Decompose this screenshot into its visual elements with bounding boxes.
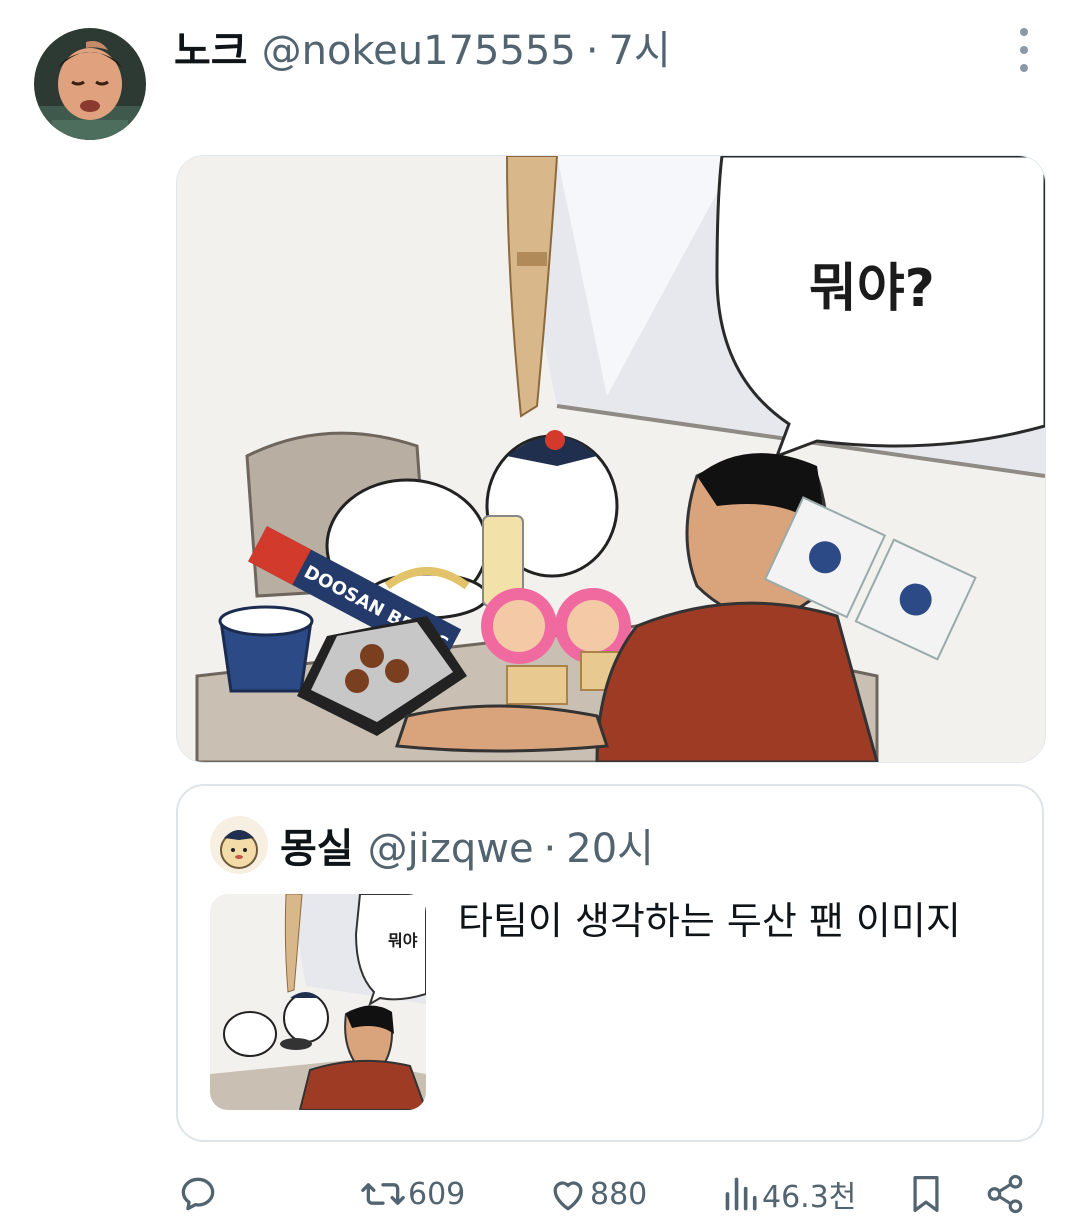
share-icon (987, 1174, 1023, 1214)
like-button[interactable]: 880 (546, 1172, 647, 1216)
share-button[interactable] (984, 1172, 1026, 1216)
quoted-post-thumbnail[interactable]: 뭐야 (210, 894, 426, 1110)
author-handle[interactable]: @nokeu175555 (262, 28, 576, 74)
quoted-author-name[interactable]: 몽실 (280, 816, 354, 874)
author-name[interactable]: 노크 (174, 18, 248, 76)
quoted-avatar-image (210, 816, 268, 874)
quoted-post[interactable]: 몽실 @jizqwe · 20시 뭐야 타팀이 생각하는 두산 팬 이미지 (176, 784, 1044, 1142)
speech-bubble-text: 뭐야? (809, 259, 935, 319)
post-image[interactable]: 뭐야? DOOSAN BEARS (176, 155, 1046, 763)
quoted-author-handle[interactable]: @jizqwe (368, 826, 534, 872)
views-chart-icon (725, 1177, 757, 1211)
like-count: 880 (590, 1176, 648, 1212)
reply-button[interactable] (176, 1172, 220, 1216)
avatar-image (34, 28, 146, 140)
bookmark-icon (913, 1176, 939, 1213)
separator-dot: · (543, 826, 557, 872)
author-avatar[interactable] (34, 28, 146, 140)
post-time[interactable]: 7시 (609, 18, 671, 76)
heart-icon (553, 1181, 583, 1211)
quoted-post-header: 몽실 @jizqwe · 20시 (280, 816, 654, 872)
views-count: 46.3천 (762, 1180, 857, 1215)
quoted-author-avatar[interactable] (210, 816, 268, 874)
bookmark-button[interactable] (906, 1172, 946, 1216)
quoted-post-time[interactable]: 20시 (566, 816, 654, 874)
repost-icon (361, 1183, 405, 1205)
separator-dot: · (585, 28, 599, 74)
repost-count: 609 (408, 1176, 466, 1212)
thumbnail-bubble-text: 뭐야 (388, 931, 418, 950)
more-options-icon[interactable] (1010, 28, 1038, 72)
thumbnail-illustration: 뭐야 (210, 894, 426, 1110)
quoted-post-text: 타팀이 생각하는 두산 팬 이미지 (458, 899, 961, 943)
reply-icon (181, 1177, 215, 1211)
repost-button[interactable]: 609 (358, 1172, 465, 1216)
action-bar: 609 880 46.3천 (0, 1160, 1080, 1230)
meme-illustration: 뭐야? DOOSAN BEARS (177, 156, 1045, 762)
views-button[interactable]: 46.3천 (722, 1172, 856, 1216)
post-header: 노크 @nokeu175555 · 7시 (174, 18, 671, 78)
